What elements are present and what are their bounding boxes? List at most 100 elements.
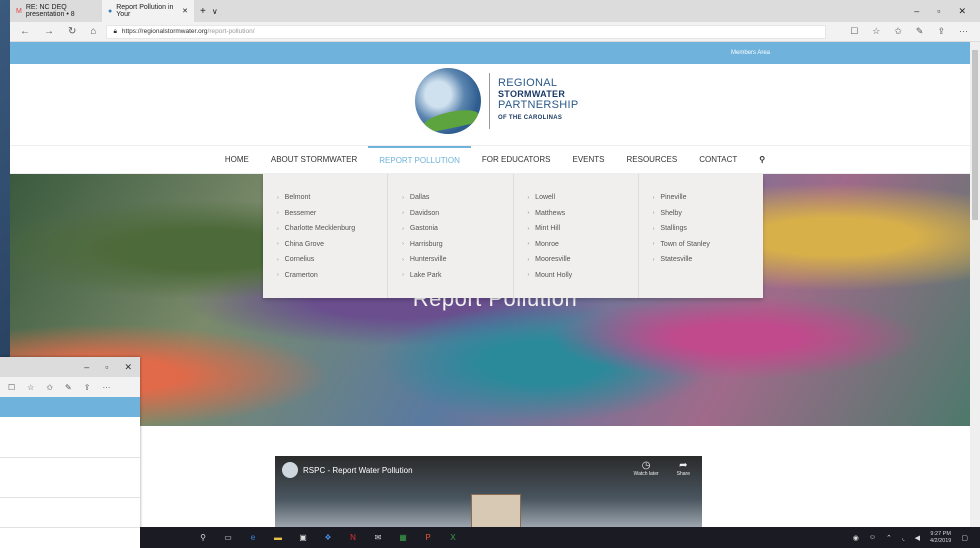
search-icon[interactable]: ⚲ (197, 532, 209, 544)
forward-icon[interactable]: → (44, 26, 54, 37)
tab-label: Report Pollution in Your (116, 4, 174, 18)
dropdown-item[interactable]: › Dallas (402, 190, 512, 206)
dropdown-item[interactable]: › Belmont (277, 190, 387, 206)
share-icon[interactable]: ⇪ (84, 383, 91, 392)
scrollbar-thumb[interactable] (972, 50, 978, 220)
globe-icon: ● (108, 7, 113, 15)
favorites-icon[interactable]: ✩ (894, 26, 902, 37)
back-icon[interactable]: ← (20, 26, 30, 37)
pen-icon[interactable]: ✎ (65, 383, 72, 392)
favorite-star-icon[interactable]: ☆ (872, 26, 880, 37)
dropdown-item[interactable]: › Shelby (653, 206, 763, 222)
share-button[interactable]: ➦ Share (677, 460, 690, 477)
browser-window: M RE: NC DEQ presentation • 8 ● Report P… (10, 0, 980, 527)
dropdown-item[interactable]: › Pineville (653, 190, 763, 206)
notifications-icon[interactable]: ▢ (961, 534, 968, 542)
menu-home[interactable]: HOME (214, 146, 260, 174)
home-icon[interactable]: ⌂ (90, 26, 96, 37)
video-title[interactable]: RSPC - Report Water Pollution (303, 466, 413, 475)
watch-later-button[interactable]: ◷ Watch later (634, 460, 659, 477)
channel-avatar[interactable] (282, 462, 298, 478)
dropdown-item[interactable]: › China Grove (277, 237, 387, 253)
dropdown-item[interactable]: › Town of Stanley (653, 237, 763, 253)
dropdown-item[interactable]: › Lowell (528, 190, 638, 206)
page-content: RSPC - Report Water Pollution ◷ Watch lat… (10, 426, 980, 527)
project-icon[interactable]: ▦ (397, 532, 409, 544)
close-window-button[interactable]: ✕ (958, 6, 966, 17)
excel-icon[interactable]: X (447, 532, 459, 544)
clock[interactable]: 9:27 PM 4/2/2019 (930, 531, 951, 545)
video-player[interactable]: RSPC - Report Water Pollution ◷ Watch lat… (275, 456, 702, 527)
dropdown-item[interactable]: › Mint Hill (528, 221, 638, 237)
menu-for-educators[interactable]: FOR EDUCATORS (471, 146, 562, 174)
menu-report-pollution[interactable]: REPORT POLLUTION (368, 145, 471, 174)
dropdown-item[interactable]: › Stallings (653, 221, 763, 237)
minimize-button[interactable]: – (84, 362, 89, 372)
dropdown-item[interactable]: › Gastonia (402, 221, 512, 237)
dropdown-item[interactable]: › Lake Park (402, 268, 512, 284)
task-view-icon[interactable]: ▭ (222, 532, 234, 544)
scrollbar[interactable] (970, 42, 980, 527)
dropdown-item[interactable]: › Cramerton (277, 268, 387, 284)
dropdown-item[interactable]: › Charlotte Mecklenburg (277, 221, 387, 237)
more-icon[interactable]: ··· (102, 383, 110, 392)
store-icon[interactable]: ▣ (297, 532, 309, 544)
members-area-link[interactable]: Members Area (731, 50, 770, 56)
url-field[interactable]: 🔒︎ https://regionalstormwater.org /repor… (106, 24, 827, 39)
tab-menu-icon[interactable]: ∨ (212, 7, 218, 16)
url-path: /report-pollution/ (207, 28, 255, 35)
site-logo[interactable]: REGIONAL STORMWATER PARTNERSHIP OF THE C… (415, 68, 579, 134)
maximize-button[interactable]: ▫ (937, 6, 940, 17)
more-icon[interactable]: ··· (959, 26, 968, 37)
menu-about-stormwater[interactable]: ABOUT STORMWATER (260, 146, 368, 174)
favorite-star-icon[interactable]: ☆ (27, 383, 34, 392)
dropdown-item[interactable]: › Mount Holly (528, 268, 638, 284)
minimize-button[interactable]: – (914, 6, 919, 17)
mail-icon[interactable]: ✉ (372, 532, 384, 544)
people-icon[interactable]: ☺ (869, 534, 876, 541)
menu-resources[interactable]: RESOURCES (616, 146, 689, 174)
edge-icon[interactable]: e (247, 532, 259, 544)
reading-view-icon[interactable]: ☐ (850, 26, 858, 37)
new-tab-button[interactable]: + (194, 6, 212, 17)
close-tab-icon[interactable]: ✕ (182, 7, 188, 15)
menu-events[interactable]: EVENTS (561, 146, 615, 174)
dropdown-item[interactable]: › Harrisburg (402, 237, 512, 253)
menu-contact[interactable]: CONTACT (688, 146, 748, 174)
network-icon[interactable]: ◟ (902, 534, 905, 542)
favorites-icon[interactable]: ✩ (46, 383, 53, 392)
tab-report-pollution[interactable]: ● Report Pollution in Your ✕ (102, 0, 194, 22)
dropdown-item[interactable]: › Statesville (653, 252, 763, 268)
logo-line-3: PARTNERSHIP (498, 99, 579, 111)
dropdown-item[interactable]: › Monroe (528, 237, 638, 253)
refresh-icon[interactable]: ↻ (68, 26, 76, 37)
reading-view-icon[interactable]: ☐ (8, 383, 15, 392)
dropdown-column: › Belmont › Bessemer › Charlotte Mecklenbur… (263, 174, 389, 298)
netflix-icon[interactable]: N (347, 532, 359, 544)
clock-time: 9:27 PM (930, 530, 951, 537)
maximize-button[interactable]: ▫ (105, 362, 108, 372)
file-explorer-icon[interactable]: ▬ (272, 532, 284, 544)
dropdown-column: › Pineville › Shelby › Stallings › Town of S… (639, 174, 763, 298)
tab-email[interactable]: M RE: NC DEQ presentation • 8 (10, 0, 102, 22)
dropdown-item[interactable]: › Huntersville (402, 252, 512, 268)
dropbox-icon[interactable]: ❖ (322, 532, 334, 544)
chrome-icon[interactable]: ◉ (853, 534, 859, 542)
search-icon[interactable]: ⚲ (748, 146, 776, 174)
dropdown-item[interactable]: › Mooresville (528, 252, 638, 268)
divider (0, 457, 140, 458)
dropdown-item[interactable]: › Cornelius (277, 252, 387, 268)
dropdown-item[interactable]: › Davidson (402, 206, 512, 222)
logo-line-4: OF THE CAROLINAS (498, 115, 563, 121)
background-browser-window[interactable]: – ▫ ✕ ☐ ☆ ✩ ✎ ⇪ ··· (0, 357, 140, 548)
dropdown-item[interactable]: › Matthews (528, 206, 638, 222)
share-icon[interactable]: ⇪ (937, 26, 945, 37)
dropdown-item[interactable]: › Bessemer (277, 206, 387, 222)
chevron-up-icon[interactable]: ⌃ (886, 534, 892, 542)
pen-icon[interactable]: ✎ (916, 26, 924, 37)
volume-icon[interactable]: ◀ (915, 534, 920, 542)
logo-divider (489, 73, 490, 129)
close-window-button[interactable]: ✕ (124, 362, 132, 373)
video-controls: ◷ Watch later ➦ Share (634, 460, 690, 477)
powerpoint-icon[interactable]: P (422, 532, 434, 544)
